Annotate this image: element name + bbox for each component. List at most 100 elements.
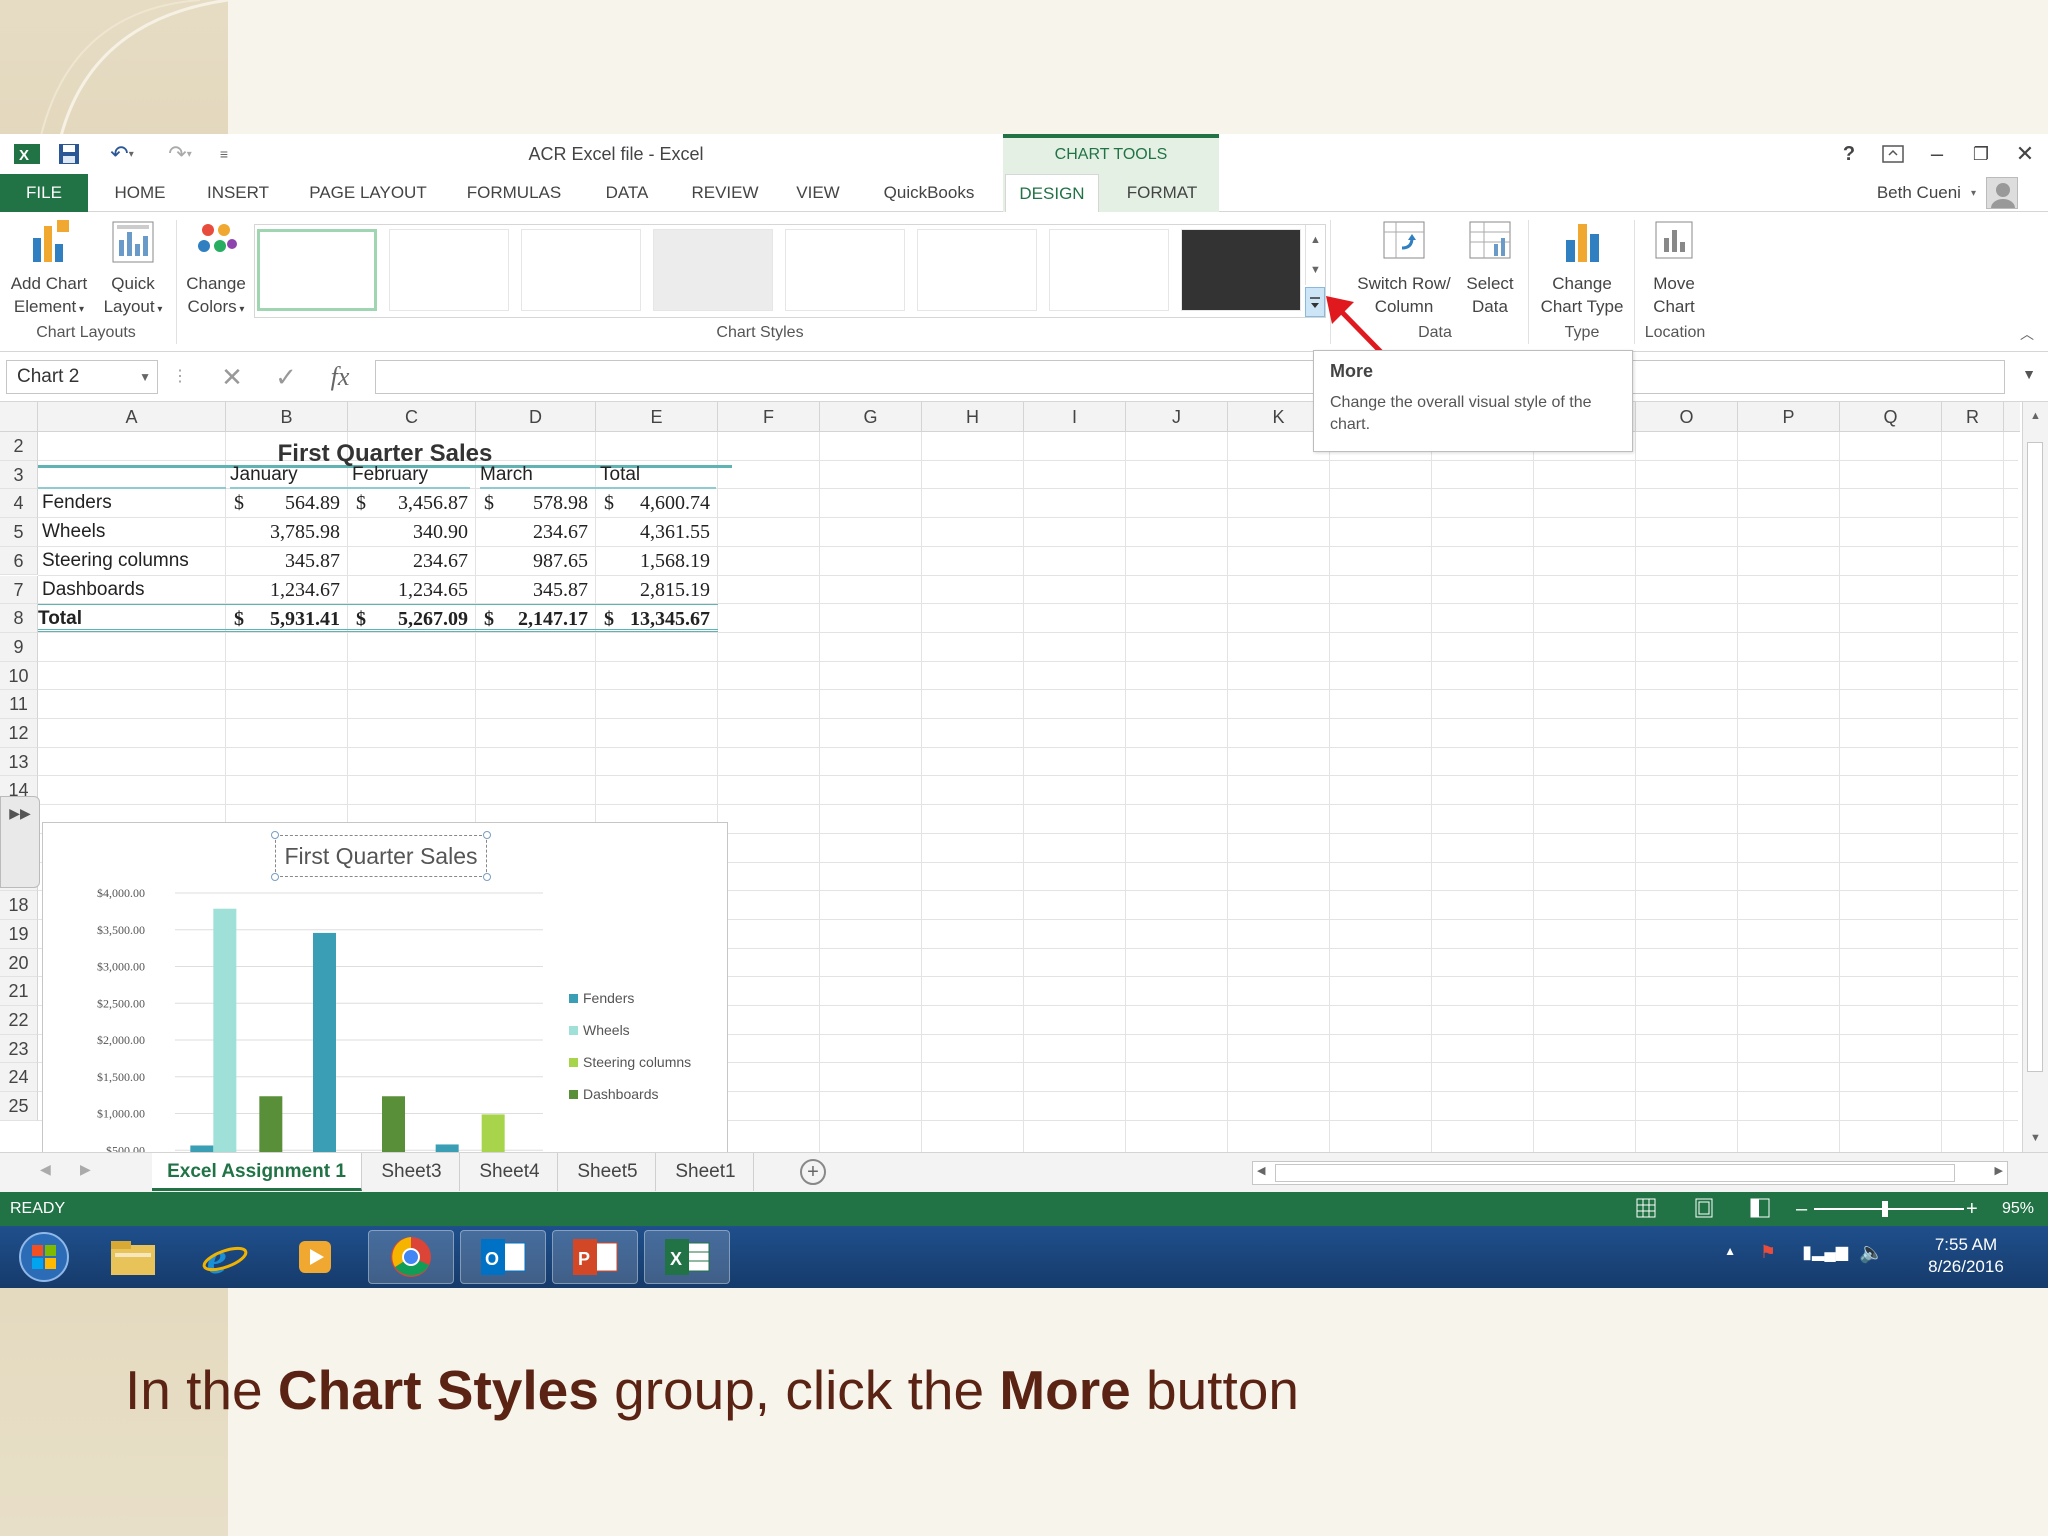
table-row-label[interactable]: Fenders: [42, 489, 226, 517]
table-total-cell[interactable]: 13,345.67 $: [596, 604, 718, 633]
column-header[interactable]: B: [226, 402, 348, 432]
row-header[interactable]: 13: [0, 747, 38, 777]
chevron-down-icon[interactable]: ▼: [139, 361, 151, 393]
tab-file[interactable]: FILE: [0, 174, 88, 212]
row-header[interactable]: 2: [0, 432, 38, 461]
table-cell[interactable]: 3,785.98: [226, 518, 348, 546]
row-header[interactable]: 6: [0, 546, 38, 576]
tab-formulas[interactable]: FORMULAS: [458, 174, 570, 212]
select-all-corner[interactable]: [0, 402, 38, 432]
row-header[interactable]: 18: [0, 891, 38, 920]
table-cell[interactable]: 1,234.67: [226, 576, 348, 604]
zoom-in-icon[interactable]: +: [1966, 1192, 1978, 1226]
scroll-sheets-left-icon[interactable]: ◀: [40, 1161, 51, 1178]
name-box[interactable]: Chart 2 ▼: [6, 360, 158, 394]
column-header[interactable]: Q: [1840, 402, 1942, 432]
power-icon[interactable]: ▮: [1802, 1242, 1812, 1263]
table-cell[interactable]: 2,815.19: [596, 576, 718, 604]
table-cell[interactable]: 345.87: [476, 576, 596, 604]
tab-home[interactable]: HOME: [100, 174, 180, 212]
change-colors-button[interactable]: Change Colors ▾: [180, 216, 252, 320]
table-cell[interactable]: 1,568.19: [596, 547, 718, 575]
row-header[interactable]: 22: [0, 1006, 38, 1035]
move-chart-button[interactable]: Move Chart: [1640, 216, 1708, 320]
row-header[interactable]: 23: [0, 1034, 38, 1064]
column-header[interactable]: D: [476, 402, 596, 432]
select-data-button[interactable]: Select Data: [1462, 216, 1518, 320]
row-header[interactable]: 7: [0, 575, 38, 605]
action-center-flag-icon[interactable]: ⚑: [1760, 1242, 1776, 1263]
file-explorer-icon[interactable]: [90, 1230, 176, 1284]
tab-data[interactable]: DATA: [592, 174, 662, 212]
row-header[interactable]: 25: [0, 1092, 38, 1121]
table-cell[interactable]: 4,600.74 $: [596, 489, 718, 517]
tab-review[interactable]: REVIEW: [682, 174, 768, 212]
column-header[interactable]: I: [1024, 402, 1126, 432]
user-account[interactable]: Beth Cueni ▾: [1877, 174, 2018, 212]
insert-function-button[interactable]: fx: [322, 360, 358, 394]
chart-style-1[interactable]: [257, 229, 377, 311]
chart-style-2[interactable]: [389, 229, 509, 311]
scroll-up-icon[interactable]: ▲: [2023, 410, 2048, 422]
add-chart-element-button[interactable]: Add Chart Element ▾: [4, 216, 94, 320]
table-header[interactable]: March: [480, 461, 604, 489]
table-row-label[interactable]: Wheels: [42, 518, 226, 546]
row-header[interactable]: 9: [0, 632, 38, 662]
row-header[interactable]: 20: [0, 948, 38, 978]
media-player-icon[interactable]: [272, 1230, 358, 1284]
row-header[interactable]: 11: [0, 690, 38, 719]
gallery-scroll-up-icon[interactable]: ▲: [1305, 225, 1325, 255]
sheet-tab-sheet1[interactable]: Sheet1: [658, 1153, 754, 1191]
row-header[interactable]: 8: [0, 604, 38, 633]
restore-icon[interactable]: ❐: [1962, 138, 2000, 170]
scroll-thumb[interactable]: [2027, 442, 2043, 1072]
table-header[interactable]: February: [352, 461, 470, 489]
table-cell[interactable]: 987.65: [476, 547, 596, 575]
gallery-scroll-down-icon[interactable]: ▼: [1305, 255, 1325, 285]
quick-layout-button[interactable]: Quick Layout ▾: [100, 216, 166, 320]
sheet-tab-sheet4[interactable]: Sheet4: [462, 1153, 558, 1191]
cancel-entry-icon[interactable]: ✕: [214, 360, 250, 394]
confirm-entry-icon[interactable]: ✓: [268, 360, 304, 394]
clock[interactable]: 7:55 AM 8/26/2016: [1916, 1234, 2016, 1278]
sheet-tab-sheet3[interactable]: Sheet3: [364, 1153, 460, 1191]
table-row-label[interactable]: Dashboards: [42, 576, 226, 604]
column-header[interactable]: R: [1942, 402, 2004, 432]
sheet-tab-sheet5[interactable]: Sheet5: [560, 1153, 656, 1191]
volume-icon[interactable]: 🔈: [1859, 1240, 1884, 1265]
tab-view[interactable]: VIEW: [786, 174, 850, 212]
excel-taskbar-icon[interactable]: X: [644, 1230, 730, 1284]
embedded-chart[interactable]: First Quarter Sales $-$500.00$1,000.00$1…: [42, 822, 728, 1152]
expand-formula-bar-icon[interactable]: ▼: [2022, 366, 2036, 382]
table-cell[interactable]: 3,456.87 $: [348, 489, 476, 517]
column-header[interactable]: C: [348, 402, 476, 432]
chart-style-5[interactable]: [785, 229, 905, 311]
chart-style-3[interactable]: [521, 229, 641, 311]
table-cell[interactable]: 234.67: [348, 547, 476, 575]
page-break-view-icon[interactable]: [1750, 1198, 1770, 1223]
network-signal-icon[interactable]: ▂▄▆: [1812, 1242, 1848, 1262]
start-button[interactable]: [4, 1230, 84, 1284]
show-hidden-icons-icon[interactable]: ▲: [1724, 1244, 1736, 1258]
zoom-level[interactable]: 95%: [2002, 1192, 2034, 1226]
tab-insert[interactable]: INSERT: [196, 174, 280, 212]
column-header[interactable]: A: [38, 402, 226, 432]
page-layout-view-icon[interactable]: [1694, 1198, 1714, 1223]
table-cell[interactable]: 234.67: [476, 518, 596, 546]
zoom-out-icon[interactable]: –: [1796, 1192, 1807, 1226]
hscroll-right-icon[interactable]: ▶: [1995, 1164, 2003, 1177]
column-header[interactable]: O: [1636, 402, 1738, 432]
row-header[interactable]: 21: [0, 977, 38, 1006]
column-header[interactable]: H: [922, 402, 1024, 432]
chart-style-6[interactable]: [917, 229, 1037, 311]
collapse-ribbon-icon[interactable]: ︿: [2020, 324, 2034, 344]
row-header[interactable]: 12: [0, 719, 38, 748]
table-cell[interactable]: 578.98 $: [476, 489, 596, 517]
table-row-label[interactable]: Steering columns: [42, 547, 226, 575]
tab-design[interactable]: DESIGN: [1005, 174, 1099, 213]
change-chart-type-button[interactable]: Change Chart Type: [1534, 216, 1630, 320]
table-total-label[interactable]: Total: [38, 604, 226, 633]
minimize-icon[interactable]: –: [1918, 138, 1956, 170]
vertical-scrollbar[interactable]: ▲ ▼: [2022, 402, 2048, 1152]
column-header[interactable]: E: [596, 402, 718, 432]
